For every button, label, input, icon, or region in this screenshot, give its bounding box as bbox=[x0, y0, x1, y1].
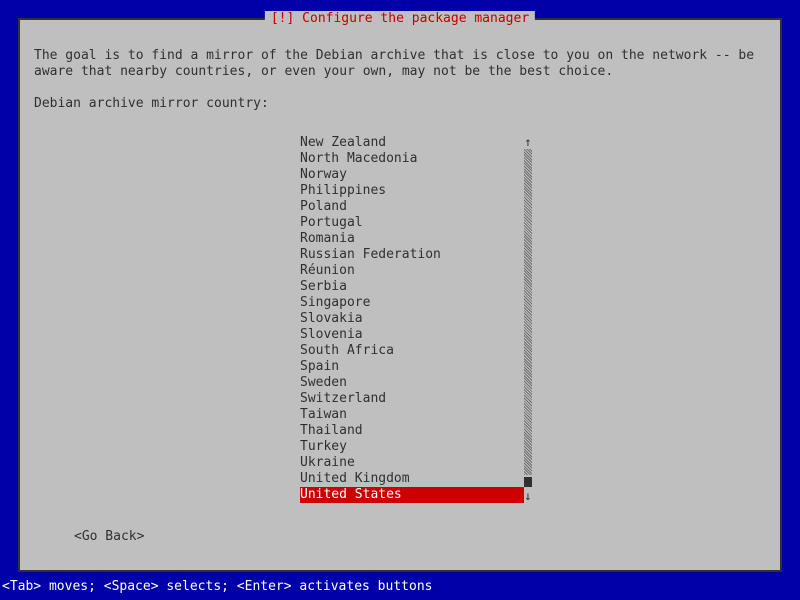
list-item[interactable]: Singapore bbox=[300, 295, 554, 311]
list-item[interactable]: South Africa bbox=[300, 343, 554, 359]
list-item[interactable]: United Kingdom bbox=[300, 471, 554, 487]
list-item[interactable]: Réunion bbox=[300, 263, 554, 279]
go-back-button[interactable]: <Go Back> bbox=[74, 529, 144, 544]
scrollbar[interactable]: ↑ ↓ bbox=[524, 135, 532, 503]
list-item[interactable]: Turkey bbox=[300, 439, 554, 455]
list-item[interactable]: Thailand bbox=[300, 423, 554, 439]
list-item[interactable]: United States bbox=[300, 487, 524, 503]
dialog-content: The goal is to find a mirror of the Debi… bbox=[20, 20, 780, 570]
dialog-frame: [!] Configure the package manager The go… bbox=[18, 18, 782, 572]
scroll-up-icon[interactable]: ↑ bbox=[522, 135, 534, 149]
list-item[interactable]: Norway bbox=[300, 167, 554, 183]
list-item[interactable]: Slovakia bbox=[300, 311, 554, 327]
intro-text: The goal is to find a mirror of the Debi… bbox=[34, 48, 766, 80]
list-item[interactable]: Ukraine bbox=[300, 455, 554, 471]
prompt-label: Debian archive mirror country: bbox=[34, 96, 766, 111]
list-item[interactable]: Russian Federation bbox=[300, 247, 554, 263]
list-item[interactable]: Portugal bbox=[300, 215, 554, 231]
list-item[interactable]: Serbia bbox=[300, 279, 554, 295]
list-item[interactable]: Switzerland bbox=[300, 391, 554, 407]
list-item[interactable]: New Zealand bbox=[300, 135, 554, 151]
list-item[interactable]: Poland bbox=[300, 199, 554, 215]
list-item[interactable]: North Macedonia bbox=[300, 151, 554, 167]
list-item[interactable]: Spain bbox=[300, 359, 554, 375]
scrollbar-thumb[interactable] bbox=[524, 477, 532, 487]
list-item[interactable]: Taiwan bbox=[300, 407, 554, 423]
scrollbar-track-fill bbox=[524, 149, 532, 475]
country-list[interactable]: New ZealandNorth MacedoniaNorwayPhilippi… bbox=[300, 135, 554, 503]
list-item[interactable]: Romania bbox=[300, 231, 554, 247]
list-item[interactable]: Sweden bbox=[300, 375, 554, 391]
footer-hint: <Tab> moves; <Space> selects; <Enter> ac… bbox=[2, 579, 432, 594]
list-item[interactable]: Philippines bbox=[300, 183, 554, 199]
list-item[interactable]: Slovenia bbox=[300, 327, 554, 343]
scroll-down-icon[interactable]: ↓ bbox=[522, 489, 534, 503]
